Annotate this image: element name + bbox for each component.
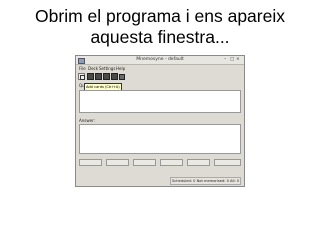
maximize-icon[interactable]: □ <box>230 57 234 63</box>
menu-help[interactable]: Help <box>116 65 125 72</box>
menu-file[interactable]: File <box>79 65 86 72</box>
edit-card-button[interactable] <box>87 73 94 80</box>
delete-card-button[interactable] <box>95 73 102 80</box>
menu-deck[interactable]: Deck <box>88 65 98 72</box>
slide-title-line-2: aquesta finestra... <box>90 27 230 47</box>
menu-bar: File Deck Settings Help <box>76 65 244 72</box>
add-cards-button[interactable] <box>78 73 85 80</box>
minimize-icon[interactable]: – <box>224 57 226 63</box>
statistics-button[interactable] <box>111 73 118 80</box>
edit-deck-button[interactable] <box>103 73 110 80</box>
grade-0-button[interactable] <box>79 159 102 166</box>
menu-settings[interactable]: Settings <box>99 65 115 72</box>
grade-2-button[interactable] <box>133 159 156 166</box>
grade-5-button[interactable] <box>214 159 241 166</box>
question-box <box>79 90 241 113</box>
slide-title: Obrim el programa i ens apareix aquesta … <box>0 6 320 48</box>
window-titlebar[interactable]: Mnemosyne - default – □ × <box>76 56 244 65</box>
slide-title-line-1: Obrim el programa i ens apareix <box>35 6 285 26</box>
answer-box <box>79 124 241 154</box>
grade-1-button[interactable] <box>106 159 129 166</box>
grade-4-button[interactable] <box>187 159 210 166</box>
app-window: Mnemosyne - default – □ × File Deck Sett… <box>75 55 245 187</box>
mnemosyne-icon[interactable] <box>119 74 125 80</box>
status-bar: Scheduled: 0 Not memorised: 0 All: 0 <box>170 177 242 185</box>
grade-3-button[interactable] <box>160 159 183 166</box>
window-title: Mnemosyne - default <box>136 57 184 62</box>
toolbar <box>76 72 244 82</box>
close-icon[interactable]: × <box>236 57 240 63</box>
